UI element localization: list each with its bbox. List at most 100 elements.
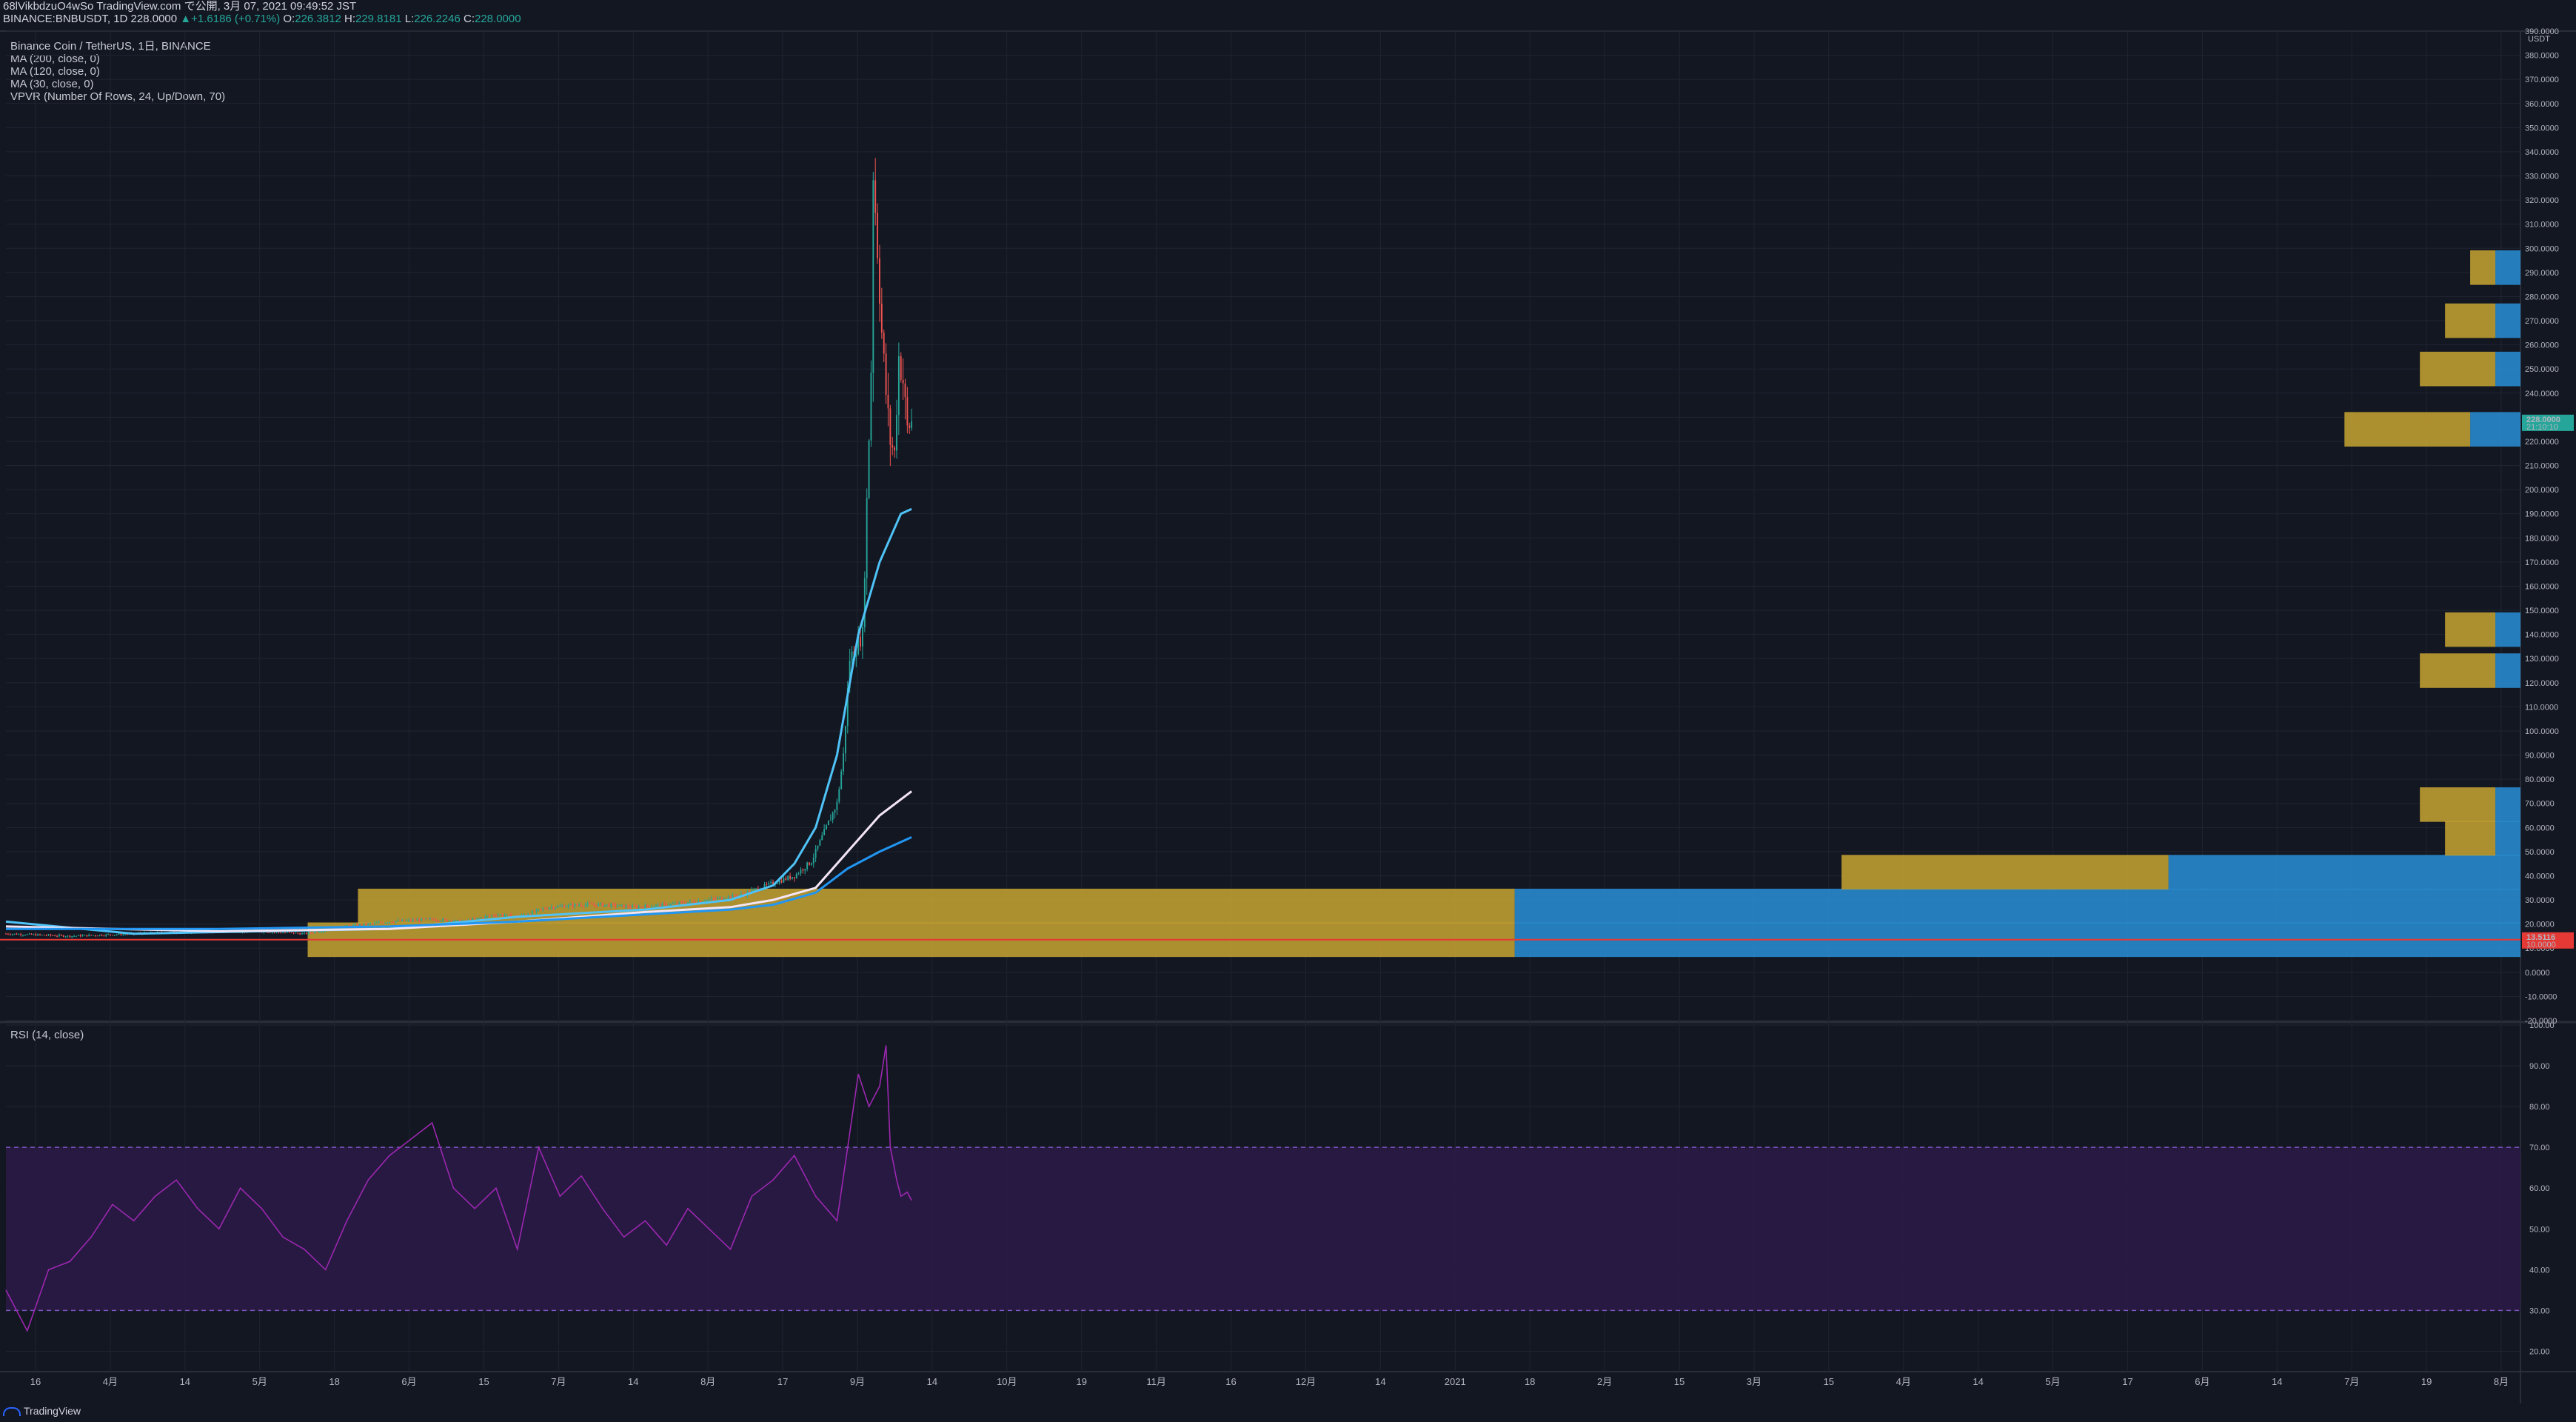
candle-body bbox=[450, 921, 452, 922]
candle-body bbox=[124, 934, 127, 935]
time-tick-label: 14 bbox=[927, 1376, 937, 1387]
vpvr-bar-up bbox=[2495, 351, 2520, 387]
candle-body bbox=[76, 935, 77, 937]
time-tick-label: 2021 bbox=[1445, 1376, 1466, 1387]
candle-body bbox=[404, 919, 406, 921]
candle-body bbox=[826, 825, 827, 830]
price-tick-label: 170.0000 bbox=[2525, 558, 2559, 567]
candle-body bbox=[444, 918, 446, 920]
candle-body bbox=[627, 905, 629, 907]
time-tick-label: 16 bbox=[1225, 1376, 1236, 1387]
candle-body bbox=[563, 905, 565, 908]
candle-body bbox=[874, 180, 877, 213]
candle-body bbox=[593, 904, 595, 906]
candle-body bbox=[303, 932, 305, 934]
candle-body bbox=[120, 933, 122, 935]
candle-body bbox=[787, 875, 789, 880]
candle-body bbox=[71, 935, 73, 938]
candle-body bbox=[866, 498, 868, 578]
candle-body bbox=[548, 907, 550, 909]
candle-body bbox=[77, 935, 79, 936]
candle-body bbox=[785, 878, 787, 880]
candle-body bbox=[603, 904, 606, 907]
candle-body bbox=[491, 915, 493, 916]
candle-body bbox=[408, 919, 409, 921]
candle-body bbox=[118, 933, 120, 935]
candle-body bbox=[314, 932, 316, 933]
candle-body bbox=[836, 801, 838, 810]
tradingview-brand[interactable]: TradingView bbox=[3, 1405, 81, 1417]
price-tick-label: 210.0000 bbox=[2525, 462, 2559, 471]
candle-body bbox=[870, 373, 872, 441]
candle-body bbox=[26, 934, 28, 935]
vpvr-bar-down bbox=[2445, 612, 2496, 647]
candle-body bbox=[727, 896, 729, 899]
candle-body bbox=[288, 932, 290, 933]
candle-body bbox=[823, 829, 826, 835]
candle-body bbox=[676, 903, 678, 904]
candle-body bbox=[729, 896, 732, 898]
vpvr-bar-down bbox=[2420, 653, 2496, 688]
candle-body bbox=[632, 905, 634, 908]
candle-body bbox=[821, 835, 823, 841]
candle-body bbox=[862, 627, 863, 647]
time-tick-label: 7月 bbox=[551, 1376, 566, 1387]
candle-body bbox=[22, 935, 24, 936]
candle-body bbox=[45, 935, 47, 936]
candle-body bbox=[595, 904, 598, 907]
vpvr-bar-down bbox=[2445, 303, 2496, 338]
candle-body bbox=[617, 906, 618, 907]
candle-body bbox=[365, 923, 367, 925]
price-tick-label: 290.0000 bbox=[2525, 269, 2559, 278]
price-tick-label: 320.0000 bbox=[2525, 196, 2559, 205]
price-tick-label: 300.0000 bbox=[2525, 244, 2559, 253]
price-tick-label: 240.0000 bbox=[2525, 390, 2559, 398]
candle-body bbox=[712, 898, 715, 900]
candle-body bbox=[73, 935, 76, 937]
time-tick-label: 3月 bbox=[1747, 1376, 1762, 1387]
price-tick-label: 310.0000 bbox=[2525, 221, 2559, 230]
time-tick-label: 10月 bbox=[997, 1376, 1017, 1387]
vpvr-bar-down bbox=[2470, 250, 2496, 285]
brand-label: TradingView bbox=[24, 1405, 81, 1417]
price-chart[interactable]: -20.0000-10.00000.000010.000020.000030.0… bbox=[0, 0, 2576, 1422]
candle-body bbox=[646, 904, 649, 907]
candle-body bbox=[574, 904, 576, 907]
candle-body bbox=[642, 907, 644, 909]
candle-body bbox=[297, 932, 299, 934]
candle-body bbox=[284, 932, 286, 934]
candle-body bbox=[382, 922, 384, 924]
candle-body bbox=[634, 905, 635, 907]
candle-body bbox=[843, 753, 844, 772]
candle-body bbox=[814, 848, 817, 858]
candle-body bbox=[474, 918, 476, 920]
vpvr-bar-down bbox=[2445, 821, 2496, 856]
candle-body bbox=[267, 932, 269, 933]
candle-body bbox=[478, 918, 480, 919]
candle-body bbox=[107, 934, 110, 935]
candle-body bbox=[608, 904, 610, 907]
candle-body bbox=[894, 447, 896, 451]
price-tick-label: 270.0000 bbox=[2525, 317, 2559, 326]
candle-body bbox=[392, 922, 395, 924]
candle-body bbox=[868, 440, 870, 498]
candle-body bbox=[62, 935, 64, 937]
candle-body bbox=[110, 934, 111, 935]
candle-body bbox=[442, 918, 444, 921]
candle-body bbox=[37, 934, 39, 936]
support-line-sub: 10.0000 bbox=[2526, 941, 2556, 949]
candle-body bbox=[501, 914, 504, 916]
candle-body bbox=[800, 869, 802, 874]
candle-body bbox=[103, 935, 105, 937]
candle-body bbox=[832, 812, 834, 821]
time-tick-label: 18 bbox=[329, 1376, 339, 1387]
candle-body bbox=[802, 869, 804, 871]
price-tick-label: 340.0000 bbox=[2525, 148, 2559, 157]
candle-body bbox=[310, 932, 312, 933]
candle-body bbox=[395, 921, 397, 923]
candle-body bbox=[69, 935, 71, 938]
time-tick-label: 14 bbox=[628, 1376, 638, 1387]
time-tick-label: 6月 bbox=[2195, 1376, 2209, 1387]
candle-body bbox=[486, 915, 489, 917]
vpvr-bar-up bbox=[2495, 787, 2520, 822]
